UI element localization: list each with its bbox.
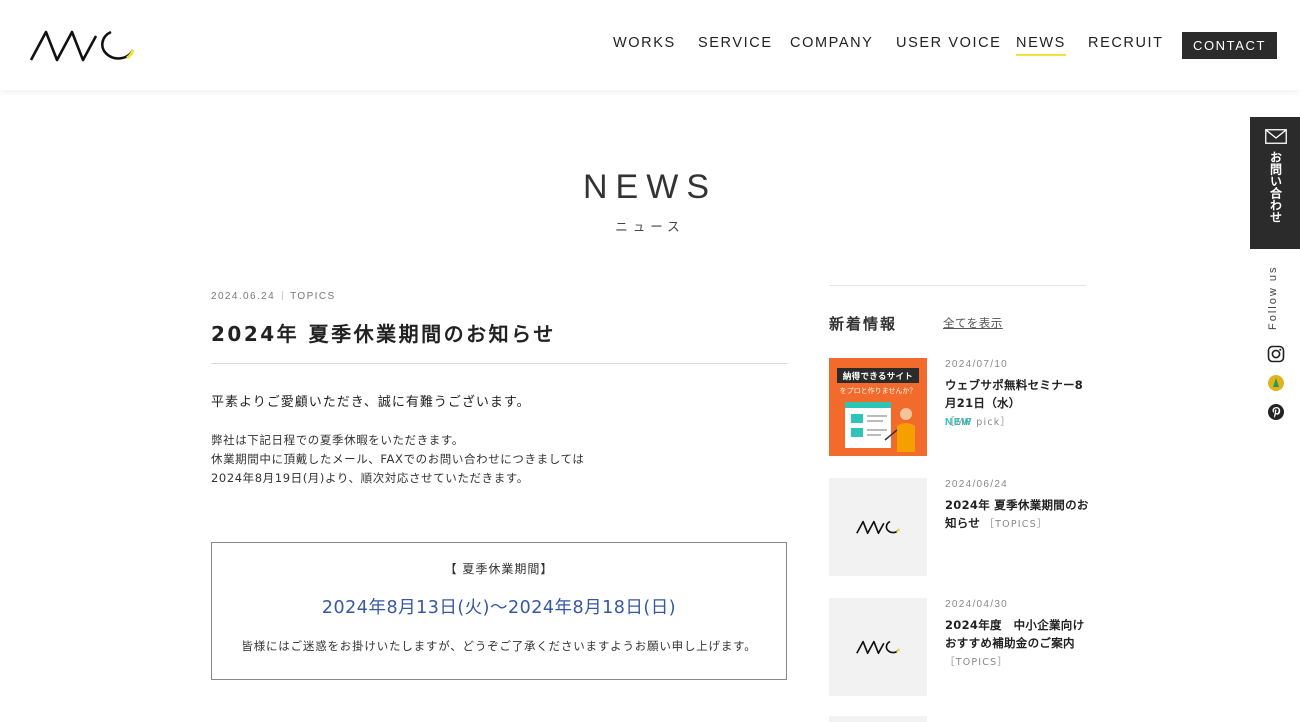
news-item[interactable]: 2024/06/24 2024年 夏季休業期間のお知らせ ［TOPICS］ bbox=[829, 478, 1088, 578]
article-category[interactable]: TOPICS bbox=[290, 291, 335, 302]
sidebar-divider bbox=[829, 285, 1086, 286]
body-line: 休業期間中に頂戴したメール、FAXでのお問い合わせにつきましては bbox=[211, 452, 585, 466]
holiday-notice-box: 【 夏季休業期間】 2024年8月13日(火)〜2024年8月18日(日) 皆様… bbox=[211, 542, 787, 680]
contact-button[interactable]: CONTACT bbox=[1182, 32, 1277, 59]
news-item-date: 2024/06/24 bbox=[945, 479, 1009, 490]
article-title: 2024年 夏季休業期間のお知らせ bbox=[211, 318, 787, 364]
placeholder-logo-icon bbox=[856, 640, 900, 655]
nav-recruit[interactable]: RECRUIT bbox=[1088, 35, 1164, 51]
thumb-banner: 納得できるサイト bbox=[837, 368, 919, 383]
page-title: NEWS bbox=[583, 168, 717, 206]
body-line: 弊社は下記日程での夏季休暇をいただきます。 bbox=[211, 433, 464, 447]
notice-dates: 2024年8月13日(火)〜2024年8月18日(日) bbox=[321, 598, 677, 618]
new-badge: NEW bbox=[945, 417, 973, 428]
pinterest-icon[interactable] bbox=[1267, 403, 1285, 421]
notice-label: 【 夏季休業期間】 bbox=[444, 562, 554, 576]
nav-works[interactable]: WORKS bbox=[613, 35, 676, 51]
news-item-title-text[interactable]: 2024年度 中小企業向けおすすめ補助金のご案内 bbox=[945, 618, 1084, 650]
view-all-link[interactable]: 全てを表示 bbox=[943, 315, 1003, 331]
meta-divider bbox=[282, 291, 284, 300]
news-thumbnail-partial[interactable] bbox=[829, 716, 927, 722]
seminar-illustration-icon bbox=[845, 402, 915, 452]
news-item[interactable]: 2024/04/30 2024年度 中小企業向けおすすめ補助金のご案内 ［TOP… bbox=[829, 598, 1086, 698]
article-lead: 平素よりご愛顧いただき、誠に有難うございます。 bbox=[211, 395, 531, 410]
nav-service[interactable]: SERVICE bbox=[698, 35, 773, 51]
nav-news[interactable]: NEWS bbox=[1016, 35, 1066, 56]
news-item-title[interactable]: 2024年 夏季休業期間のお知らせ ［TOPICS］ bbox=[945, 496, 1090, 534]
notice-text: 皆様にはご迷惑をお掛けいたしますが、どうぞご了承くださいますようお願い申し上げま… bbox=[241, 639, 757, 653]
news-item-date: 2024/04/30 bbox=[945, 599, 1009, 610]
news-thumbnail[interactable] bbox=[829, 478, 927, 576]
social-media-icon[interactable] bbox=[1267, 374, 1285, 392]
news-item-title-text[interactable]: ウェブサポ無料セミナー8月21日（水） bbox=[945, 378, 1083, 410]
page-subtitle: ニュース bbox=[615, 219, 685, 234]
instagram-icon[interactable] bbox=[1267, 345, 1285, 363]
placeholder-logo-icon bbox=[856, 520, 900, 535]
news-thumbnail[interactable] bbox=[829, 598, 927, 696]
news-thumbnail[interactable]: 納得できるサイト をプロと作りませんか？ bbox=[829, 358, 927, 456]
article-meta: 2024.06.24 TOPICS bbox=[211, 291, 336, 302]
nav-company[interactable]: COMPANY bbox=[790, 35, 873, 51]
news-item-title[interactable]: 2024年度 中小企業向けおすすめ補助金のご案内 ［TOPICS］ bbox=[945, 616, 1090, 672]
nav-user-voice[interactable]: USER VOICE bbox=[896, 35, 1001, 51]
news-item[interactable]: 納得できるサイト をプロと作りませんか？ 2024/07/10 ウェブサポ無料セ… bbox=[829, 358, 1086, 458]
article-body: 弊社は下記日程での夏季休暇をいただきます。 休業期間中に頂戴したメール、FAXで… bbox=[211, 431, 584, 488]
follow-us-label: Follow us bbox=[1267, 265, 1279, 330]
company-logo[interactable] bbox=[29, 26, 135, 64]
thumb-subtext: をプロと作りませんか？ bbox=[839, 387, 917, 395]
news-item-category: ［TOPICS］ bbox=[984, 519, 1048, 530]
body-line: 2024年8月19日(月)より、順次対応させていただきます。 bbox=[211, 471, 529, 485]
sidebar-heading: 新着情報 bbox=[829, 315, 898, 333]
article-date: 2024.06.24 bbox=[211, 291, 276, 302]
news-item-date: 2024/07/10 bbox=[945, 359, 1009, 370]
floating-contact-label[interactable]: お問い合わせ bbox=[1250, 151, 1300, 223]
news-item-category: ［TOPICS］ bbox=[945, 657, 1009, 668]
floating-contact-tab[interactable]: お問い合わせ bbox=[1250, 117, 1300, 249]
site-header: WORKS SERVICE COMPANY USER VOICE NEWS RE… bbox=[0, 0, 1300, 90]
mail-icon bbox=[1265, 129, 1287, 144]
